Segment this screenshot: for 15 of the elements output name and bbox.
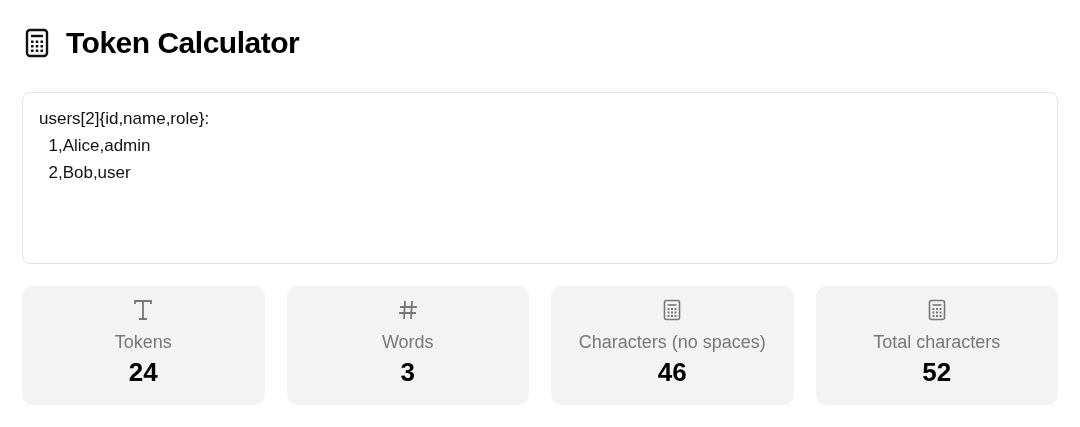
calculator-icon: [663, 299, 682, 321]
stat-label: Tokens: [114, 331, 172, 354]
stat-label: Total characters: [873, 331, 1001, 354]
input-field[interactable]: users[2]{id,name,role}: 1,Alice,admin 2,Bob,user: [22, 92, 1058, 264]
page-title: Token Calculator: [66, 26, 300, 60]
hash-icon: [397, 299, 418, 321]
stat-value: 3: [400, 356, 415, 388]
stat-label: Words: [381, 331, 434, 354]
stat-value: 46: [657, 356, 687, 388]
calculator-icon: [25, 28, 49, 58]
stat-label: Characters (no spaces): [578, 331, 766, 354]
stat-value: 52: [922, 356, 952, 388]
calculator-icon: [927, 299, 946, 321]
text-icon: [133, 299, 154, 321]
stat-value: 24: [128, 356, 158, 388]
